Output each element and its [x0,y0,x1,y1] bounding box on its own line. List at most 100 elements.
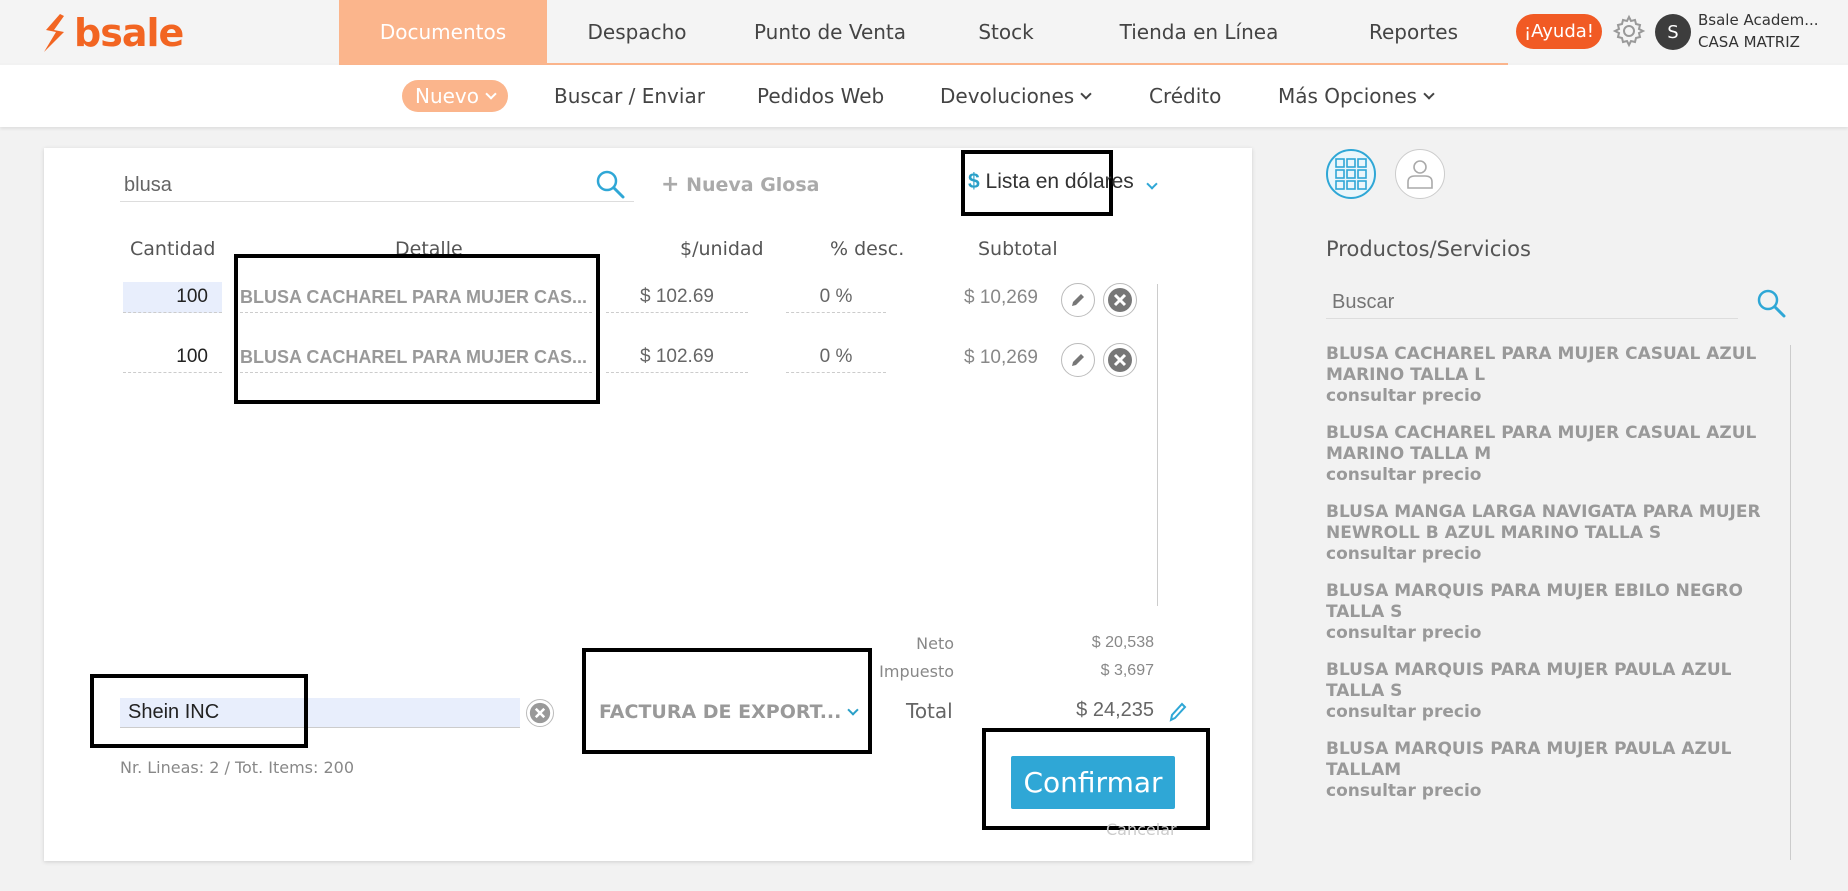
product-item[interactable]: BLUSA CACHAREL PARA MUJER CASUAL AZUL MA… [1326,344,1778,407]
row-2-unit-price[interactable]: $ 102.69 [606,342,748,373]
detail-highlight [234,254,600,404]
user-icon [1407,160,1433,189]
top-bar: bsale Documentos Despacho Punto de Venta… [0,0,1848,65]
tab-despacho[interactable]: Despacho [547,0,727,63]
avatar[interactable]: S [1655,14,1691,50]
product-price: consultar precio [1326,386,1482,406]
tab-tienda-en-linea[interactable]: Tienda en Línea [1079,0,1319,63]
sub-nav: Nuevo Buscar / Enviar Pedidos Web Devolu… [0,65,1848,127]
impuesto-value: $ 3,697 [1100,662,1154,679]
subnav-buscar-enviar[interactable]: Buscar / Enviar [554,65,705,127]
price-list-label: Lista en dólares [985,170,1134,193]
price-list-select[interactable]: $ Lista en dólares [968,170,1158,194]
product-price: consultar precio [1326,623,1482,643]
dollar-icon: $ [968,170,980,193]
product-price: consultar precio [1326,544,1482,564]
document-card: + Nueva Glosa $ Lista en dólares Cantida… [44,148,1252,861]
product-list: BLUSA CACHAREL PARA MUJER CASUAL AZUL MA… [1326,344,1778,818]
close-icon [529,702,551,724]
tab-documentos[interactable]: Documentos [339,0,547,63]
product-name: BLUSA MARQUIS PARA MUJER PAULA AZUL TALL… [1326,739,1732,780]
product-price: consultar precio [1326,702,1482,722]
rows-scrollbar[interactable] [1157,284,1158,606]
tab-punto-de-venta[interactable]: Punto de Venta [727,0,933,63]
product-item[interactable]: BLUSA MARQUIS PARA MUJER EBILO NEGRO TAL… [1326,581,1778,644]
close-icon [1108,288,1132,312]
subnav-nuevo[interactable]: Nuevo [402,80,508,112]
search-icon[interactable] [595,169,625,199]
chevron-down-icon [1423,87,1435,100]
tab-stock[interactable]: Stock [933,0,1079,63]
chevron-down-icon [485,87,497,100]
product-price: consultar precio [1326,781,1482,801]
doc-type-select[interactable]: FACTURA DE EXPORT... [599,701,860,723]
pencil-icon[interactable] [1168,701,1188,723]
subnav-nuevo-label: Nuevo [414,84,479,108]
help-button[interactable]: ¡Ayuda! [1516,14,1602,49]
product-item[interactable]: BLUSA MANGA LARGA NAVIGATA PARA MUJER NE… [1326,502,1778,565]
subnav-credito[interactable]: Crédito [1149,65,1221,127]
close-icon [1108,348,1132,372]
bsale-logo[interactable]: bsale [40,10,184,55]
product-price: consultar precio [1326,465,1482,485]
subnav-devoluciones-label: Devoluciones [940,84,1075,108]
client-highlight [90,674,308,748]
row-2-edit-button[interactable] [1061,343,1095,377]
subnav-mas-opciones[interactable]: Más Opciones [1278,65,1435,127]
user-branch: CASA MATRIZ [1698,33,1800,51]
product-item[interactable]: BLUSA CACHAREL PARA MUJER CASUAL AZUL MA… [1326,423,1778,486]
subnav-pedidos-web[interactable]: Pedidos Web [757,65,884,127]
pencil-icon [1072,354,1084,366]
product-name: BLUSA CACHAREL PARA MUJER CASUAL AZUL MA… [1326,344,1757,385]
pencil-icon [1072,294,1084,306]
product-name: BLUSA MARQUIS PARA MUJER PAULA AZUL TALL… [1326,660,1732,701]
row-1-edit-button[interactable] [1061,283,1095,317]
confirm-button[interactable]: Confirmar [1011,756,1175,809]
product-name: BLUSA MARQUIS PARA MUJER EBILO NEGRO TAL… [1326,581,1743,622]
row-1-delete-button[interactable] [1103,283,1137,317]
row-1-discount[interactable]: 0 % [786,282,886,313]
row-1-unit-price[interactable]: $ 102.69 [606,282,748,313]
lines-info: Nr. Lineas: 2 / Tot. Items: 200 [120,758,355,777]
product-search-input[interactable] [120,170,634,202]
bsale-logo-icon [44,13,64,52]
nueva-glosa-button[interactable]: + Nueva Glosa [661,172,820,197]
col-subtotal: Subtotal [978,238,1058,260]
gear-icon[interactable] [1612,14,1646,48]
row-2-delete-button[interactable] [1103,343,1137,377]
product-item[interactable]: BLUSA MARQUIS PARA MUJER PAULA AZUL TALL… [1326,660,1778,723]
chevron-down-icon [1145,178,1158,190]
client-view-button[interactable] [1395,149,1445,199]
total-value: $ 24,235 [1076,699,1154,721]
total-label: Total [906,699,953,723]
user-name[interactable]: Bsale Academ... [1698,11,1819,29]
chevron-down-icon [847,703,860,716]
subnav-mas-opciones-label: Más Opciones [1278,84,1417,108]
col-descuento: % desc. [830,238,905,260]
neto-value: $ 20,538 [1091,634,1154,651]
col-unidad: $/unidad [680,238,764,260]
cancel-link[interactable]: Cancelar [1106,820,1177,839]
product-name: BLUSA MANGA LARGA NAVIGATA PARA MUJER NE… [1326,502,1761,543]
plus-icon: + [661,172,680,197]
panel-search-input[interactable] [1326,287,1738,319]
row-2-quantity[interactable]: 100 [123,342,222,373]
product-item[interactable]: BLUSA MARQUIS PARA MUJER PAULA AZUL TALL… [1326,739,1778,802]
nueva-glosa-label: Nueva Glosa [686,174,820,196]
search-icon[interactable] [1756,288,1786,318]
grid-view-button[interactable] [1326,149,1376,199]
row-1-quantity[interactable]: 100 [123,282,222,313]
clear-client-button[interactable] [526,699,554,727]
main-nav: Documentos Despacho Punto de Venta Stock… [339,0,1508,63]
chevron-down-icon [1080,87,1092,100]
row-1-subtotal: $ 10,269 [964,287,1038,308]
col-cantidad: Cantidad [130,238,216,260]
subnav-devoluciones[interactable]: Devoluciones [940,65,1092,127]
panel-title: Productos/Servicios [1326,237,1531,261]
product-name: BLUSA CACHAREL PARA MUJER CASUAL AZUL MA… [1326,423,1757,464]
tab-reportes[interactable]: Reportes [1319,0,1508,63]
logo-text: bsale [74,10,184,55]
row-2-discount[interactable]: 0 % [786,342,886,373]
row-2-subtotal: $ 10,269 [964,347,1038,368]
product-list-scrollbar[interactable] [1790,345,1791,860]
